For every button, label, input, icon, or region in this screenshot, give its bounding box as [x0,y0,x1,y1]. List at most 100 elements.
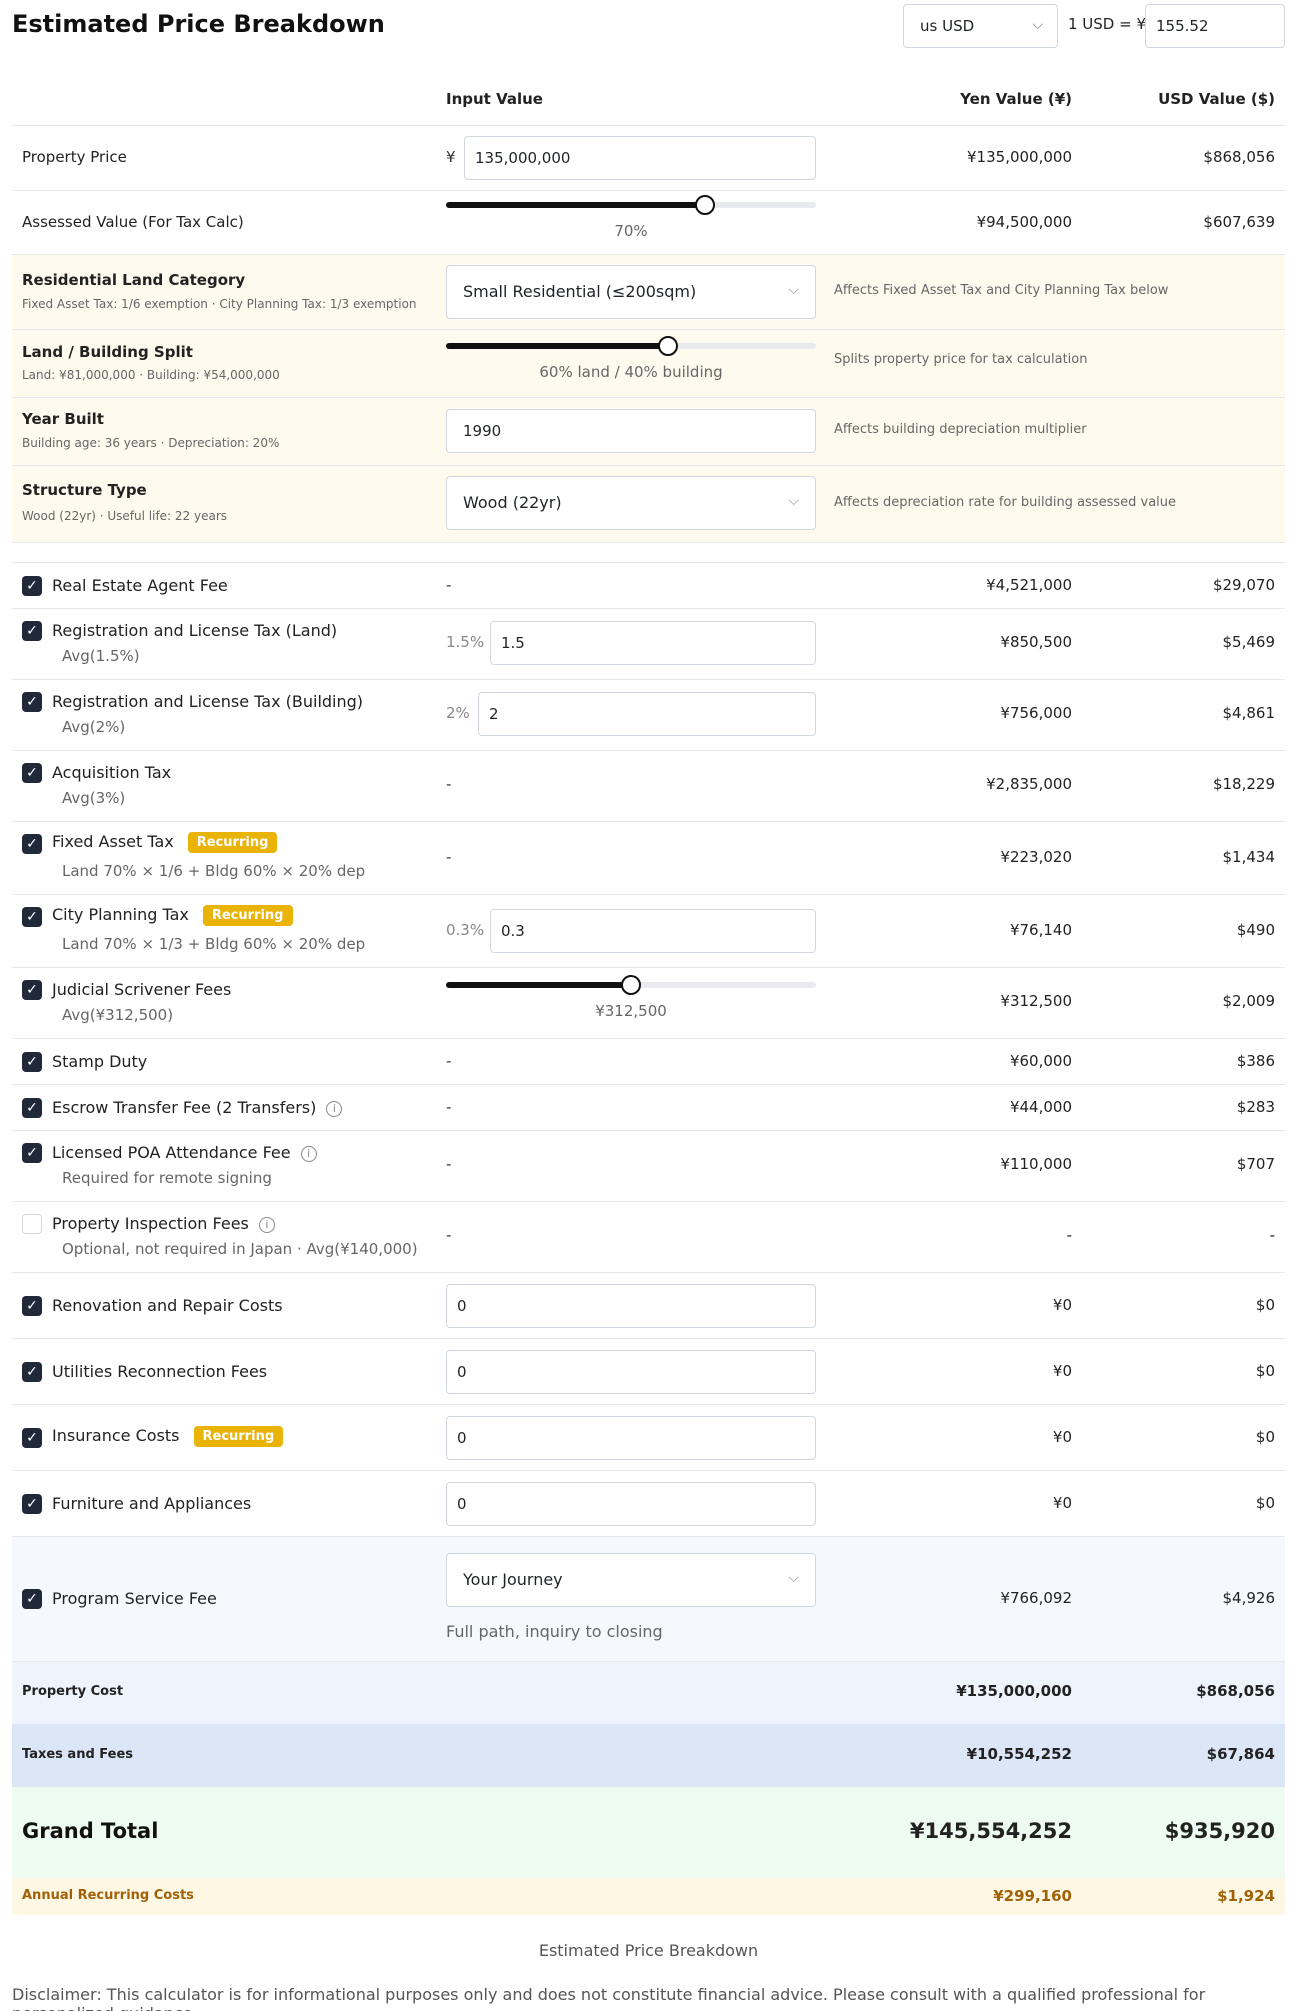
structure-type-effect: Affects depreciation rate for building a… [834,495,1177,510]
usd-value: $707 [1236,1155,1275,1173]
fee-row-city-planning-tax: ✓ City Planning Tax Recurring Land 70% × … [12,895,1285,968]
fee-row-judicial-scrivener: ✓ Judicial Scrivener Fees Avg(¥312,500) … [12,968,1285,1039]
summary-label: Property Cost [22,1684,124,1699]
input-placeholder: - [446,775,452,793]
yen-prefix: ¥ [446,148,456,166]
usd-value: $18,229 [1212,775,1275,793]
usd-value: $283 [1236,1098,1275,1116]
fee-sub: Optional, not required in Japan · Avg(¥1… [62,1240,418,1258]
summary-grand-total: Grand Total ¥145,554,252 $935,920 [12,1787,1285,1878]
usd-value: $490 [1236,921,1275,939]
checkbox-checked[interactable]: ✓ [22,1143,42,1163]
fee-row-insurance: ✓ Insurance Costs Recurring 0 ¥0 $0 [12,1405,1285,1471]
fee-label: Registration and License Tax (Building) [52,692,364,711]
summary-annual-recurring: Annual Recurring Costs ¥299,160 $1,924 [12,1878,1285,1915]
checkbox-checked[interactable]: ✓ [22,621,42,641]
fee-label-wrap: Fixed Asset Tax Recurring [52,832,278,853]
checkbox-checked[interactable]: ✓ [22,763,42,783]
info-icon[interactable]: i [300,1145,317,1162]
checkbox-checked[interactable]: ✓ [22,692,42,712]
fee-label: Furniture and Appliances [52,1494,252,1513]
usd-value: $607,639 [1203,213,1275,231]
fee-row-acquisition: ✓ Acquisition Tax Avg(3%) - ¥2,835,000 $… [12,751,1285,822]
amount-input[interactable]: 0 [446,1350,816,1394]
checkbox-unchecked[interactable] [22,1214,42,1234]
yen-value: ¥223,020 [1000,848,1072,866]
scrivener-slider-label: ¥312,500 [595,1002,667,1020]
usd-value: $0 [1255,1362,1275,1380]
input-placeholder: - [446,1098,452,1116]
header: Estimated Price Breakdown us USD ⌵ 1 USD… [12,0,1285,52]
structure-type-row: Structure Type Wood (22yr) · Useful life… [12,466,1285,543]
rate-input[interactable]: 1.5 [490,621,816,665]
checkbox-checked[interactable]: ✓ [22,1362,42,1382]
amount-input[interactable]: 0 [446,1416,816,1460]
annual-usd: $1,924 [1217,1887,1275,1905]
fee-sub: Land 70% × 1/3 + Bldg 60% × 20% dep [62,935,366,953]
fee-row-escrow: ✓ Escrow Transfer Fee (2 Transfers) i - ¥… [12,1085,1285,1131]
fee-row-program-service: ✓ Program Service Fee Your Journey ⌵ Ful… [12,1537,1285,1662]
assessed-value-row: Assessed Value (For Tax Calc) 70% ¥94,50… [12,191,1285,255]
slider-thumb[interactable] [695,195,715,215]
info-icon[interactable]: i [258,1216,275,1233]
summary-taxes-fees: Taxes and Fees ¥10,554,252 $67,864 [12,1724,1285,1787]
property-price-label: Property Price [22,148,127,166]
program-sub: Full path, inquiry to closing [446,1622,663,1641]
checkbox-checked[interactable]: ✓ [22,1296,42,1316]
yen-value: ¥0 [1052,1494,1072,1512]
fee-label: Escrow Transfer Fee (2 Transfers) [52,1098,317,1117]
program-select[interactable]: Your Journey ⌵ [446,1553,816,1607]
year-built-effect: Affects building depreciation multiplier [834,422,1087,437]
checkbox-checked[interactable]: ✓ [22,834,42,854]
fee-row-poa: ✓ Licensed POA Attendance Fee i Required … [12,1131,1285,1202]
fee-row-registration-land: ✓ Registration and License Tax (Land) Av… [12,609,1285,680]
exchange-rate-input[interactable]: 155.52 [1145,4,1285,48]
rate-input[interactable]: 0.3 [490,909,816,953]
structure-type-select[interactable]: Wood (22yr) ⌵ [446,476,816,530]
slider-thumb[interactable] [658,336,678,356]
fee-label: Stamp Duty [52,1052,148,1071]
land-category-row: Residential Land Category Fixed Asset Ta… [12,255,1285,330]
land-category-sub: Fixed Asset Tax: 1/6 exemption · City Pl… [22,297,417,311]
checkbox-checked[interactable]: ✓ [22,1494,42,1514]
fee-label: Judicial Scrivener Fees [52,980,232,999]
checkbox-checked[interactable]: ✓ [22,1428,42,1448]
scrivener-slider[interactable] [446,975,816,995]
checkbox-checked[interactable]: ✓ [22,980,42,1000]
fee-label: Real Estate Agent Fee [52,576,228,595]
info-icon[interactable]: i [326,1100,343,1117]
checkbox-checked[interactable]: ✓ [22,1589,42,1609]
assessed-slider[interactable] [446,195,816,215]
annual-yen: ¥299,160 [993,1887,1072,1905]
currency-value: us USD [920,17,975,35]
property-price-input[interactable]: 135,000,000 [464,136,816,180]
summary-label: Taxes and Fees [22,1747,134,1762]
land-category-select[interactable]: Small Residential (≤200sqm) ⌵ [446,265,816,319]
fee-row-inspection: Property Inspection Fees i Optional, not … [12,1202,1285,1273]
amount-input[interactable]: 0 [446,1482,816,1526]
split-sub: Land: ¥81,000,000 · Building: ¥54,000,00… [22,368,280,382]
fee-label: Registration and License Tax (Land) [52,621,338,640]
checkbox-checked[interactable]: ✓ [22,576,42,596]
yen-value: ¥135,000,000 [967,148,1072,166]
currency-select[interactable]: us USD ⌵ [903,4,1058,48]
checkbox-checked[interactable]: ✓ [22,907,42,927]
usd-value: $1,434 [1222,848,1276,866]
year-built-input[interactable]: 1990 [446,409,816,453]
page-title: Estimated Price Breakdown [12,10,385,38]
slider-thumb[interactable] [621,975,641,995]
rate-label: 1 USD = ¥ [1068,15,1147,33]
year-built-row: Year Built Building age: 36 years · Depr… [12,398,1285,466]
yen-value: ¥94,500,000 [976,213,1072,231]
yen-value: ¥76,140 [1009,921,1072,939]
chevron-down-icon: ⌵ [788,493,799,509]
checkbox-checked[interactable]: ✓ [22,1098,42,1118]
summary-property-cost: Property Cost ¥135,000,000 $868,056 [12,1662,1285,1724]
checkbox-checked[interactable]: ✓ [22,1052,42,1072]
amount-input[interactable]: 0 [446,1284,816,1328]
split-slider[interactable] [446,336,816,356]
fee-row-furniture: ✓ Furniture and Appliances 0 ¥0 $0 [12,1471,1285,1537]
yen-value: ¥850,500 [1000,633,1072,651]
rate-input[interactable]: 2 [478,692,816,736]
split-effect: Splits property price for tax calculatio… [834,352,1088,367]
